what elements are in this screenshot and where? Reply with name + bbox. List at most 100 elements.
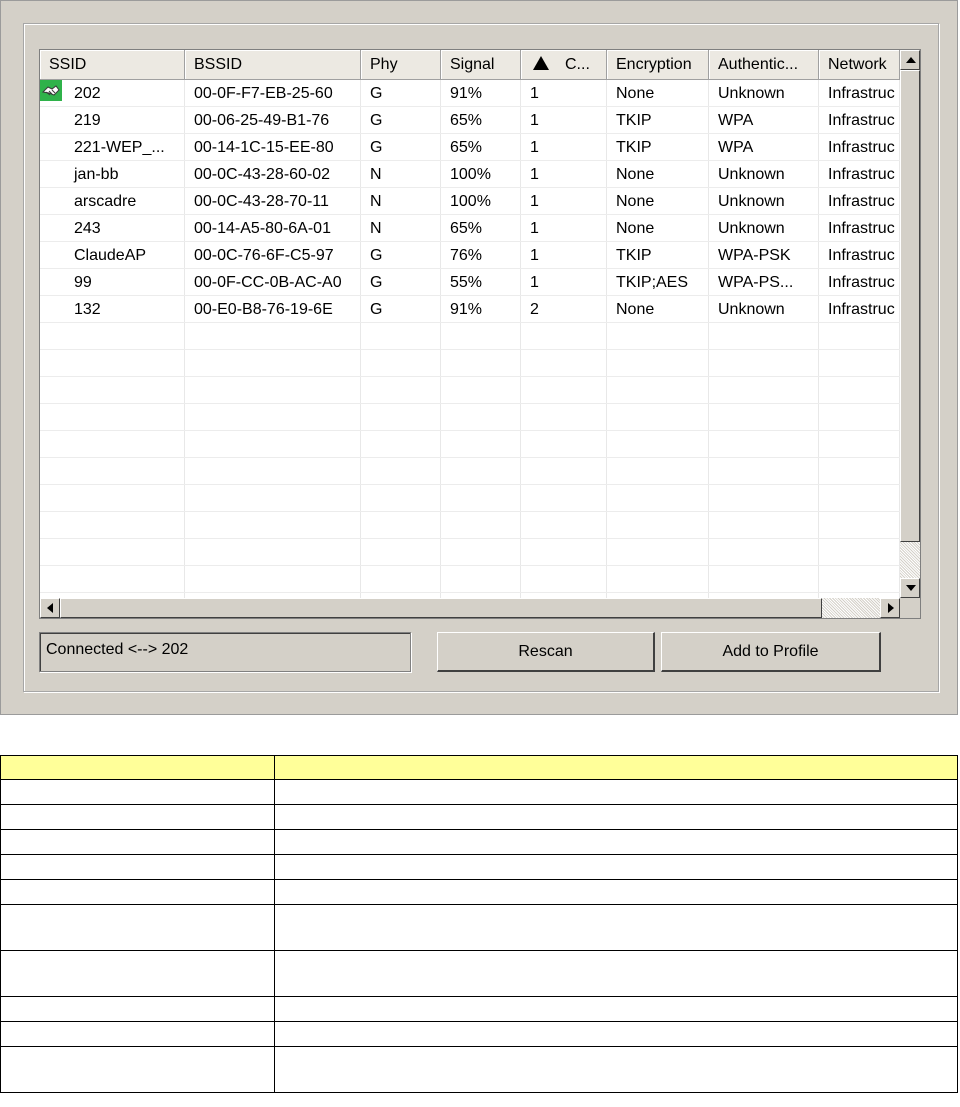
scroll-right-button[interactable] (880, 598, 900, 618)
table-row[interactable]: 219 00-06-25-49-B1-76 G 65% 1 TKIP WPA Infrastr… (40, 107, 900, 134)
table-row[interactable]: jan-bb 00-0C-43-28-60-02 N 100% 1 None Unknown… (40, 161, 900, 188)
table-cell (274, 779, 958, 805)
table-row[interactable]: 221-WEP_... 00-14-1C-15-EE-80 G 65% 1 TKIP WPA… (40, 134, 900, 161)
header-col-authentication[interactable]: Authentic... (709, 50, 819, 80)
connected-network-icon (40, 80, 62, 101)
table-row[interactable]: 99 00-0F-CC-0B-AC-A0 G 55% 1 TKIP;AES WPA-PS..… (40, 269, 900, 296)
cell-network: Infrastruc (828, 112, 895, 129)
cell-channel: 2 (530, 301, 539, 318)
cell-channel: 1 (530, 85, 539, 102)
table-row[interactable]: ClaudeAP 00-0C-76-6F-C5-97 G 76% 1 TKIP WPA-PS… (40, 242, 900, 269)
header-col-phy[interactable]: Phy (361, 50, 441, 80)
sort-ascending-icon (533, 56, 549, 70)
scroll-left-button[interactable] (40, 598, 60, 618)
cell-encryption: TKIP (616, 247, 652, 264)
cell-bssid: 00-0C-76-6F-C5-97 (194, 247, 334, 264)
table-cell (0, 854, 275, 880)
table-cell (0, 879, 275, 905)
table-cell (0, 996, 275, 1022)
arrow-left-icon (47, 603, 53, 613)
cell-channel: 1 (530, 166, 539, 183)
cell-signal: 91% (450, 85, 483, 102)
header-label: BSSID (194, 56, 243, 73)
horizontal-scrollbar[interactable] (40, 598, 900, 618)
rescan-button[interactable]: Rescan (437, 632, 655, 672)
cell-encryption: None (616, 193, 655, 210)
table-cell (274, 804, 958, 830)
header-col-network[interactable]: Network (819, 50, 900, 80)
scroll-up-button[interactable] (900, 50, 920, 70)
cell-authentication: Unknown (718, 193, 785, 210)
cell-authentication: WPA (718, 112, 754, 129)
cell-authentication: WPA (718, 139, 754, 156)
cell-signal: 55% (450, 274, 483, 291)
cell-network: Infrastruc (828, 301, 895, 318)
table-row[interactable]: arscadre 00-0C-43-28-70-11 N 100% 1 None Unkno… (40, 188, 900, 215)
cell-bssid: 00-0F-F7-EB-25-60 (194, 85, 333, 102)
table-row[interactable]: 243 00-14-A5-80-6A-01 N 65% 1 None Unknown Infr… (40, 215, 900, 242)
cell-channel: 1 (530, 112, 539, 129)
cell-encryption: None (616, 301, 655, 318)
scroll-down-button[interactable] (900, 578, 920, 598)
vertical-scrollbar[interactable] (900, 50, 920, 598)
header-label: Phy (370, 56, 398, 73)
cell-ssid: arscadre (74, 193, 137, 210)
table-cell (0, 950, 275, 997)
table-row (0, 804, 958, 830)
network-list[interactable]: SSID BSSID Phy Signal C... Encryption Authenti… (39, 49, 921, 619)
cell-channel: 1 (530, 247, 539, 264)
site-survey-dialog: SSID BSSID Phy Signal C... Encryption Authenti… (0, 0, 958, 715)
cell-authentication: Unknown (718, 166, 785, 183)
cell-authentication: Unknown (718, 85, 785, 102)
cell-ssid: 221-WEP_... (74, 139, 165, 156)
vertical-scroll-track[interactable] (900, 542, 920, 578)
cell-phy: G (370, 247, 383, 264)
header-col-encryption[interactable]: Encryption (607, 50, 709, 80)
table-cell (274, 755, 958, 780)
cell-signal: 65% (450, 220, 483, 237)
description-table (0, 755, 958, 1093)
header-col-channel[interactable]: C... (521, 50, 607, 80)
arrow-right-icon (888, 603, 894, 613)
table-cell (274, 950, 958, 997)
cell-bssid: 00-0F-CC-0B-AC-A0 (194, 274, 342, 291)
arrow-up-icon (906, 57, 916, 63)
vertical-scroll-thumb[interactable] (900, 70, 920, 542)
cell-signal: 65% (450, 112, 483, 129)
table-row[interactable]: 202 00-0F-F7-EB-25-60 G 91% 1 None Unknown Infr… (40, 80, 900, 107)
table-cell (274, 829, 958, 855)
cell-phy: G (370, 85, 383, 102)
header-col-bssid[interactable]: BSSID (185, 50, 361, 80)
horizontal-scroll-track[interactable] (822, 598, 880, 618)
cell-phy: G (370, 139, 383, 156)
cell-phy: N (370, 166, 382, 183)
cell-network: Infrastruc (828, 139, 895, 156)
table-cell (274, 1046, 958, 1093)
table-row (0, 904, 958, 951)
cell-signal: 100% (450, 166, 491, 183)
table-row (0, 879, 958, 905)
table-row[interactable]: 132 00-E0-B8-76-19-6E G 91% 2 None Unknown Infr… (40, 296, 900, 323)
cell-network: Infrastruc (828, 166, 895, 183)
table-row (0, 1046, 958, 1093)
header-label: Authentic... (718, 56, 799, 73)
cell-phy: G (370, 274, 383, 291)
header-label: C... (565, 56, 590, 73)
cell-signal: 76% (450, 247, 483, 264)
table-cell (0, 755, 275, 780)
horizontal-scroll-thumb[interactable] (60, 598, 822, 618)
cell-encryption: TKIP;AES (616, 274, 689, 291)
scrollbar-corner (900, 598, 920, 618)
cell-bssid: 00-14-1C-15-EE-80 (194, 139, 334, 156)
header-label: Encryption (616, 56, 692, 73)
cell-phy: N (370, 220, 382, 237)
cell-channel: 1 (530, 274, 539, 291)
cell-phy: G (370, 112, 383, 129)
table-cell (0, 1046, 275, 1093)
header-col-signal[interactable]: Signal (441, 50, 521, 80)
add-to-profile-button[interactable]: Add to Profile (661, 632, 881, 672)
cell-network: Infrastruc (828, 220, 895, 237)
header-col-ssid[interactable]: SSID (40, 50, 185, 80)
cell-channel: 1 (530, 220, 539, 237)
cell-authentication: WPA-PS... (718, 274, 794, 291)
